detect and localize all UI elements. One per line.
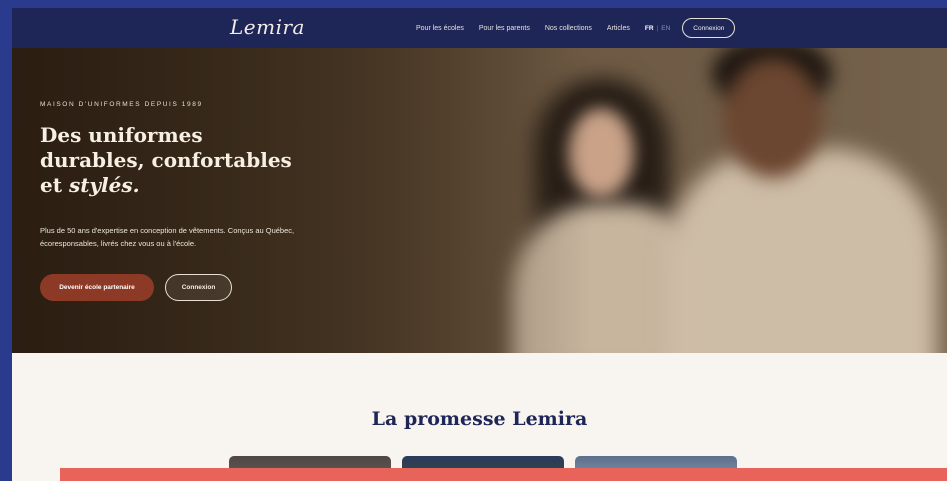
nav-link-schools[interactable]: Pour les écoles [416, 25, 464, 32]
headline-line-2: durables, confortables [40, 148, 292, 172]
nav-links: Pour les écoles Pour les parents Nos col… [416, 8, 736, 48]
hero-lead-text: Plus de 50 ans d'expertise en conception… [40, 226, 295, 248]
hero-login-button[interactable]: Connexion [165, 274, 232, 301]
nav-link-articles[interactable]: Articles [607, 25, 630, 32]
language-switcher: FR | EN [645, 25, 670, 32]
headline-line-3-emphasis: stylés. [68, 173, 140, 197]
headline-line-3-prefix: et [40, 173, 69, 197]
top-navigation: Lemira Pour les écoles Pour les parents … [12, 8, 947, 48]
nav-login-button[interactable]: Connexion [682, 18, 736, 38]
lang-separator: | [656, 24, 659, 32]
promise-section: La promesse Lemira [12, 353, 947, 481]
hero-headline: Des uniformes durables, confortables et … [40, 123, 320, 198]
hero-eyebrow: MAISON D'UNIFORMES DEPUIS 1989 [40, 101, 203, 108]
brand-logo[interactable]: Lemira [230, 15, 305, 39]
become-partner-school-button[interactable]: Devenir école partenaire [40, 274, 154, 301]
nav-link-collections[interactable]: Nos collections [545, 25, 592, 32]
nav-link-parents[interactable]: Pour les parents [479, 25, 530, 32]
lang-fr[interactable]: FR [645, 25, 654, 32]
hero-section: MAISON D'UNIFORMES DEPUIS 1989 Des unifo… [12, 48, 947, 353]
headline-line-1: Des uniformes [40, 123, 203, 147]
promise-title: La promesse Lemira [371, 408, 588, 430]
bottom-overlay-bar [60, 468, 947, 481]
hero-overlay [12, 48, 947, 353]
browser-viewport: Lemira Pour les écoles Pour les parents … [12, 8, 947, 481]
lang-en[interactable]: EN [661, 25, 670, 32]
